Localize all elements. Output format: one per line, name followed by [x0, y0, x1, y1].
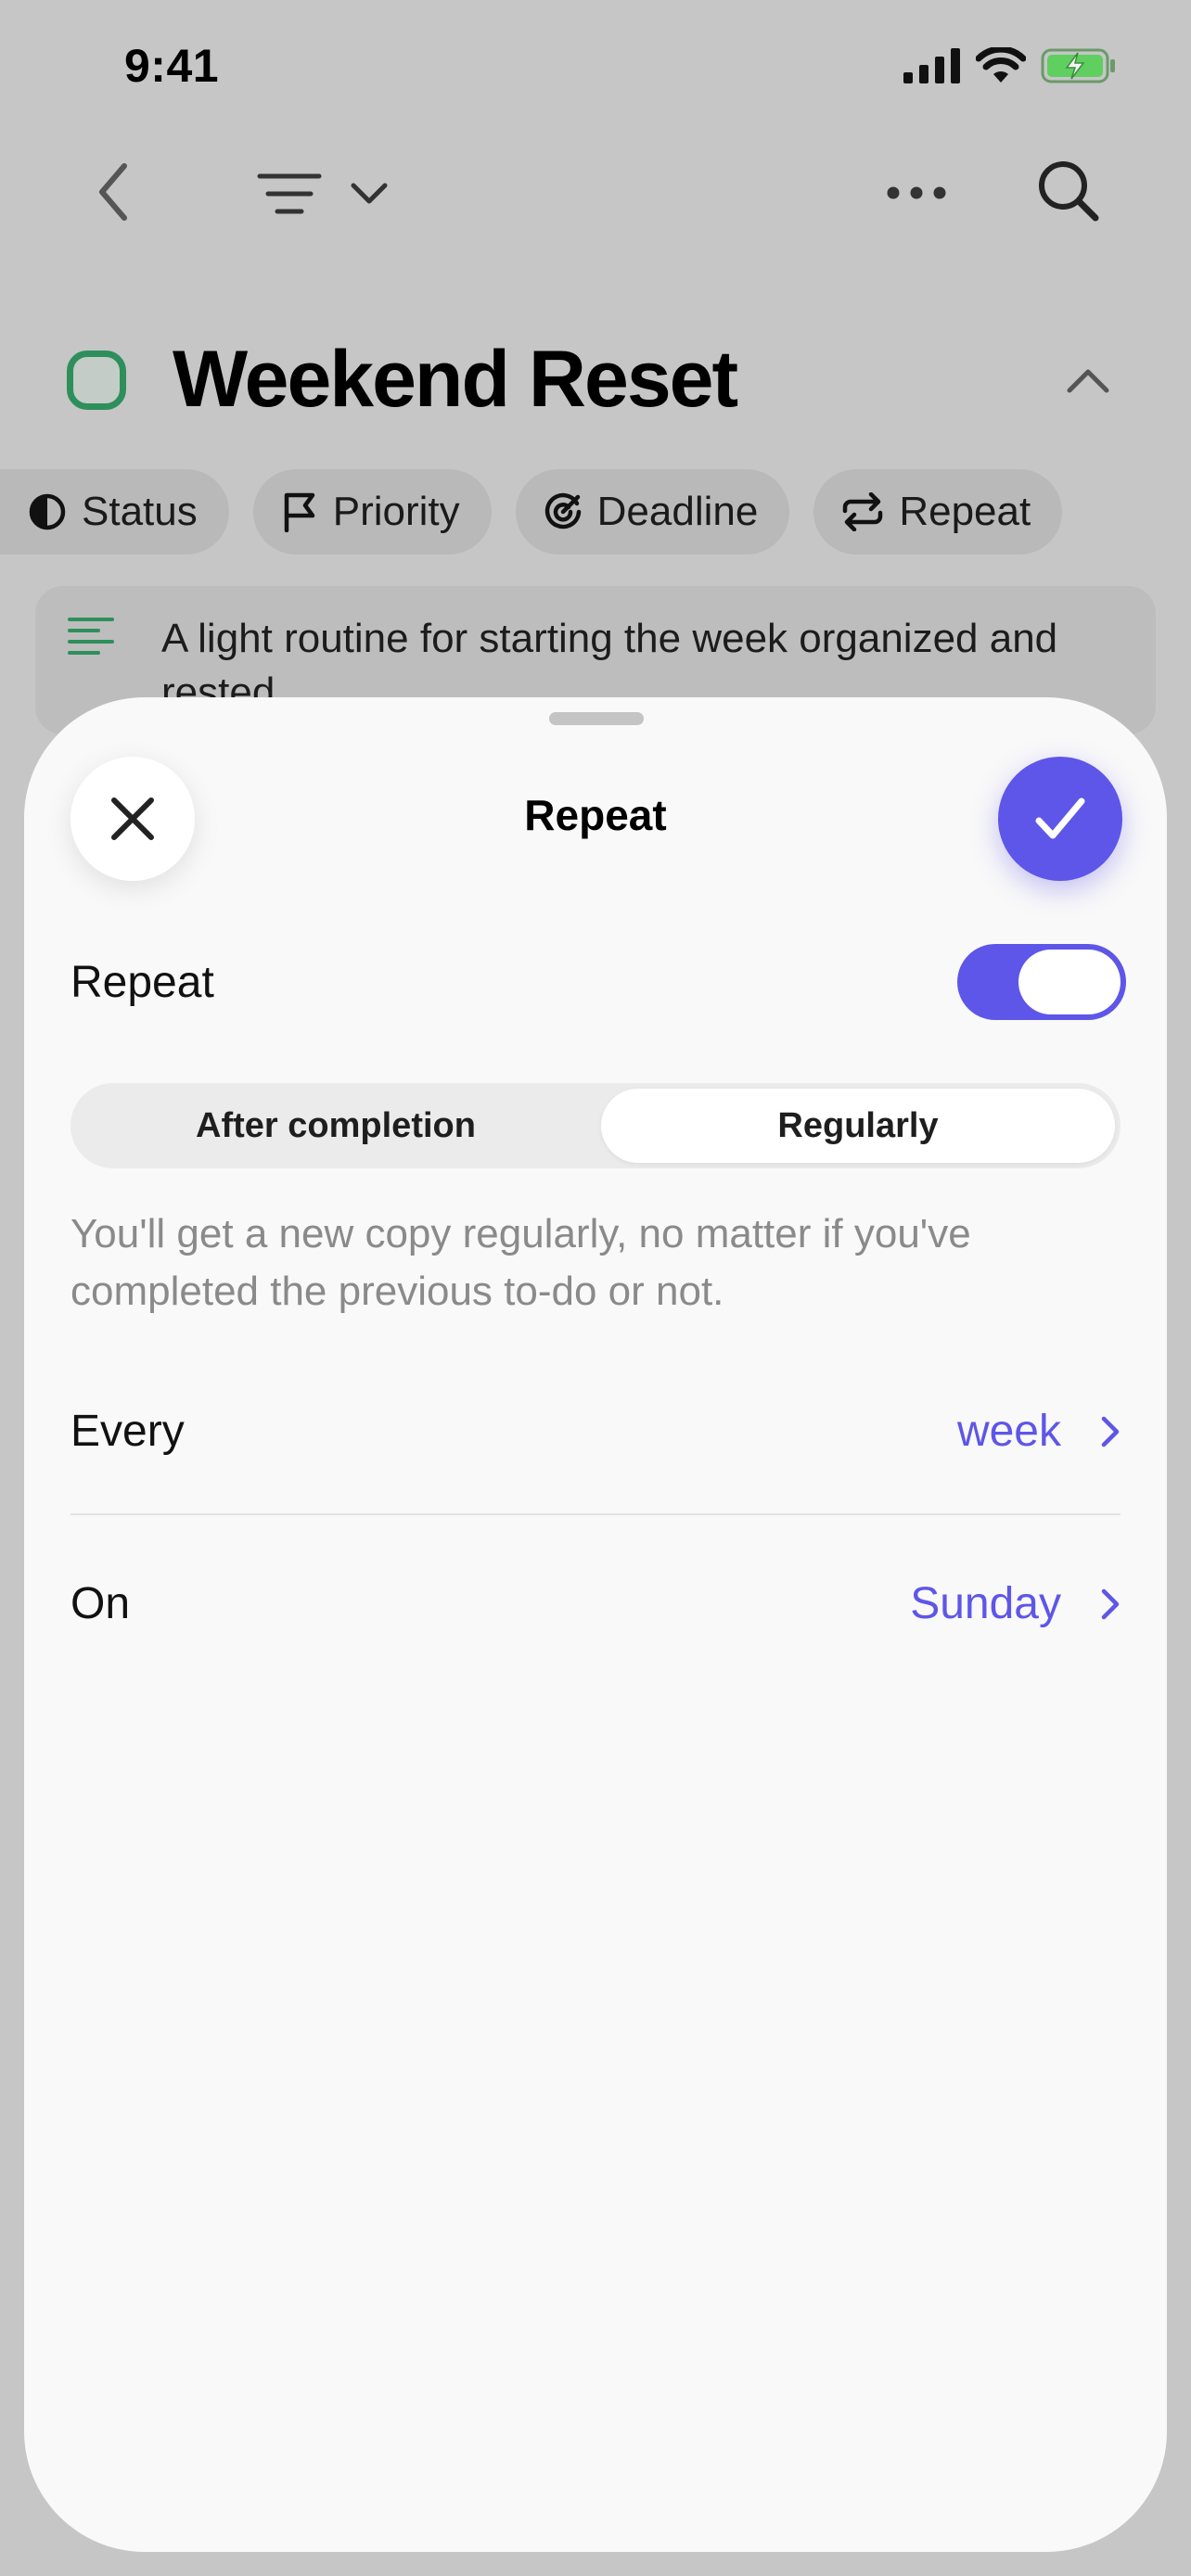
row-divider [70, 1513, 1121, 1515]
on-value: Sunday [910, 1579, 1061, 1628]
toggle-knob [1018, 950, 1121, 1014]
half-circle-icon [29, 493, 66, 530]
status-time: 9:41 [124, 40, 220, 92]
every-label: Every [70, 1407, 185, 1456]
task-checkbox[interactable] [67, 351, 126, 410]
repeat-icon [843, 492, 883, 531]
sheet-grabber[interactable] [549, 712, 644, 725]
deadline-chip[interactable]: Deadline [515, 469, 790, 555]
task-title[interactable]: Weekend Reset [173, 334, 738, 426]
priority-chip[interactable]: Priority [252, 469, 492, 555]
chevron-down-icon [351, 183, 388, 204]
flag-icon [284, 492, 314, 532]
chevron-right-icon [1101, 1588, 1120, 1620]
target-icon [544, 492, 581, 529]
status-icons [903, 43, 1117, 89]
back-button[interactable] [85, 159, 141, 224]
on-label: On [70, 1579, 131, 1628]
repeat-description: You'll get a new copy regularly, no matt… [70, 1211, 971, 1314]
segment-after-completion[interactable]: After completion [76, 1089, 596, 1163]
chevron-left-icon [99, 163, 127, 221]
more-button[interactable] [881, 167, 952, 219]
checkmark-icon [1035, 797, 1085, 839]
wifi-icon [976, 47, 1026, 83]
collapse-button[interactable] [1063, 362, 1113, 399]
priority-chip-label: Priority [332, 489, 460, 534]
segment-regularly[interactable]: Regularly [601, 1089, 1115, 1163]
status-chip[interactable]: Status [0, 469, 229, 555]
ellipsis-icon [887, 186, 946, 199]
repeat-toggle-label: Repeat [70, 958, 214, 1007]
text-align-icon [68, 618, 114, 655]
list-view-menu-button[interactable] [249, 163, 397, 224]
task-attribute-chips: Status Priority Deadline Repeat [0, 469, 1063, 555]
chevron-right-icon [1101, 1416, 1120, 1447]
confirm-button[interactable] [998, 757, 1122, 881]
repeat-toggle[interactable] [957, 944, 1126, 1020]
repeat-chip[interactable]: Repeat [813, 469, 1063, 555]
search-button[interactable] [1033, 156, 1104, 226]
repeat-chip-label: Repeat [899, 489, 1031, 534]
every-value: week [956, 1407, 1061, 1456]
battery-charging-icon [1041, 48, 1115, 83]
lines-icon [257, 173, 322, 214]
chevron-up-icon [1067, 369, 1109, 393]
deadline-chip-label: Deadline [596, 489, 759, 534]
signal-icon [903, 48, 960, 83]
search-icon [1039, 161, 1099, 222]
repeat-mode-segmented-control: After completion Regularly [70, 1083, 1121, 1168]
status-chip-label: Status [82, 489, 198, 534]
